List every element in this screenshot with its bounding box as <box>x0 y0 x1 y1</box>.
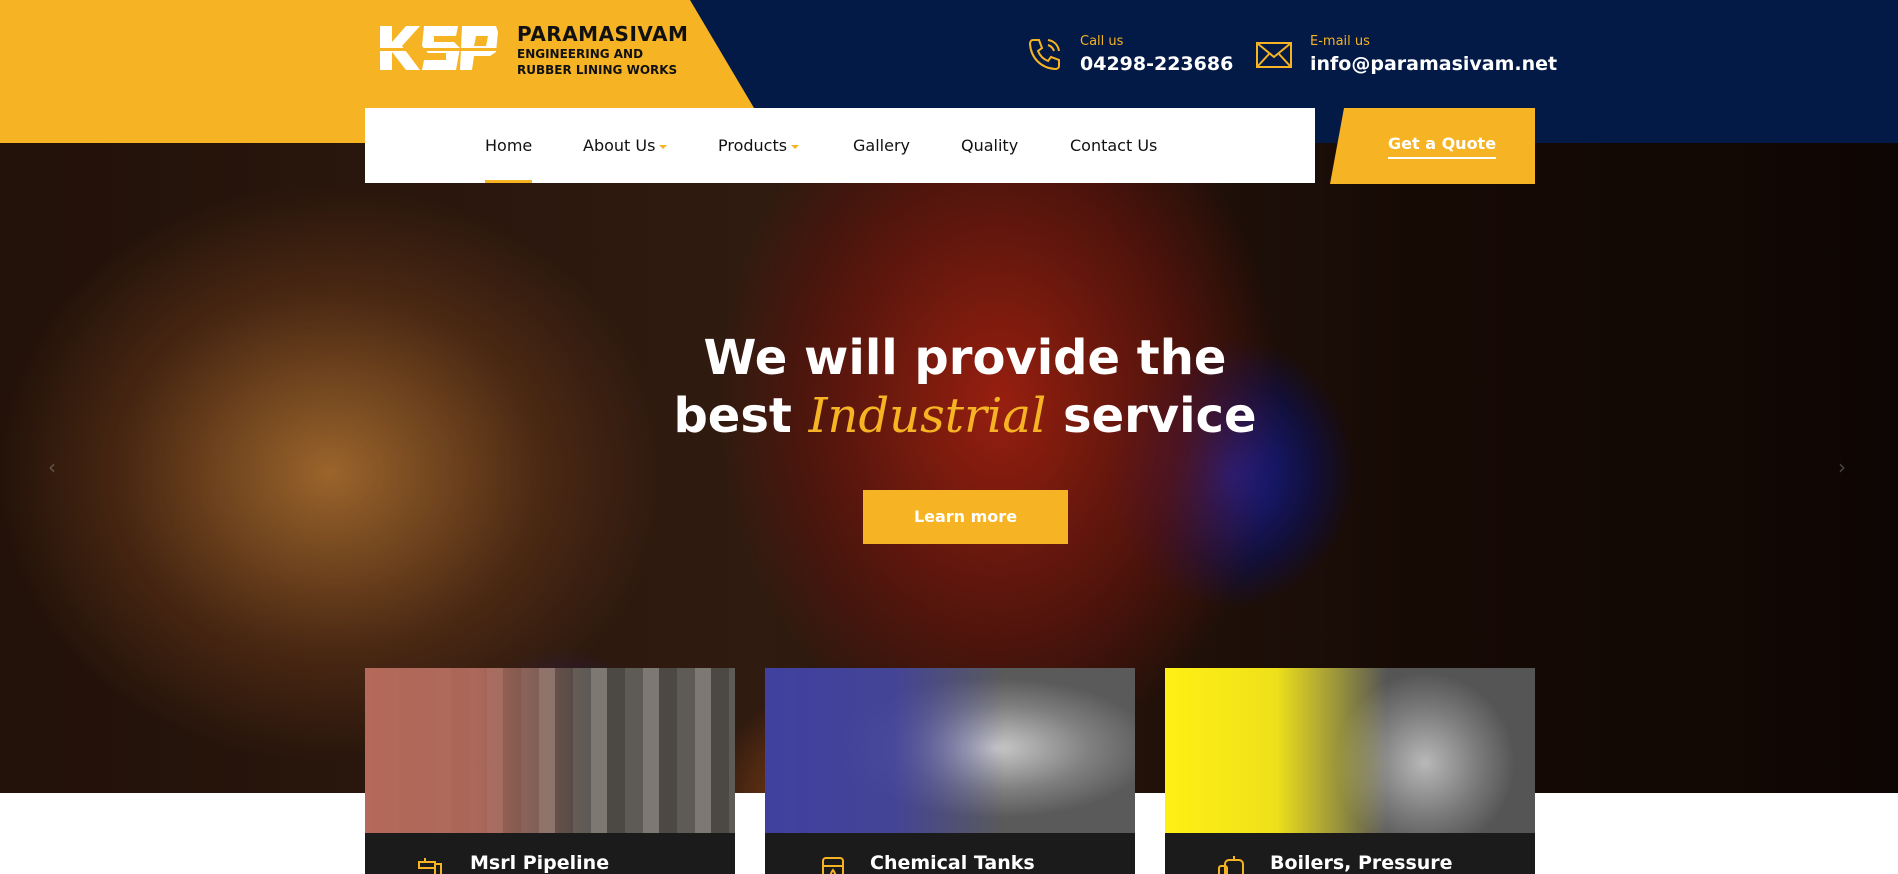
nav-quality[interactable]: Quality <box>961 108 1018 183</box>
nav-home[interactable]: Home <box>485 108 533 183</box>
card-title: Chemical Tanks <box>870 852 1035 874</box>
nav-contact-us[interactable]: Contact Us <box>1070 108 1157 183</box>
ksp-logo-mark <box>378 26 500 70</box>
hero-line1: We will provide the <box>703 330 1227 386</box>
email-value[interactable]: info@paramasivam.net <box>1310 50 1557 78</box>
brand-subtitle-line1: ENGINEERING AND <box>517 47 644 61</box>
pipeline-icon <box>418 858 442 874</box>
card-title: Boilers, Pressure <box>1270 852 1453 874</box>
phone-text: Call us 04298-223686 <box>1080 34 1233 78</box>
service-card-chemical-tanks[interactable]: Chemical Tanks <box>765 668 1135 874</box>
slider-prev-icon[interactable]: ‹ <box>48 455 68 479</box>
brand-name: PARAMASIVAM <box>517 22 689 46</box>
slider-next-icon[interactable]: › <box>1838 455 1858 479</box>
chemical-tank-icon <box>822 857 844 874</box>
nav-products[interactable]: Products <box>718 108 800 183</box>
learn-more-button[interactable]: Learn more <box>863 490 1068 544</box>
chevron-down-icon <box>791 144 800 149</box>
phone-label: Call us <box>1080 34 1124 49</box>
phone-icon <box>1028 39 1060 71</box>
service-card-pipeline[interactable]: Msrl Pipeline <box>365 668 735 874</box>
hero-line2: best Industrial service <box>0 387 1898 445</box>
nav-gallery[interactable]: Gallery <box>853 108 910 183</box>
brand-logo[interactable]: PARAMASIVAM ENGINEERING AND RUBBER LININ… <box>378 22 688 78</box>
hero-accent-word: Industrial <box>808 388 1047 444</box>
boiler-icon <box>1218 856 1244 874</box>
nav-about-us-label: About Us <box>583 136 656 155</box>
phone-value[interactable]: 04298-223686 <box>1080 50 1233 78</box>
contact-phone[interactable]: Call us 04298-223686 <box>1024 34 1233 78</box>
nav-products-label: Products <box>718 136 788 155</box>
brand-subtitle-line2: RUBBER LINING WORKS <box>517 63 678 77</box>
hero-line2-post: service <box>1046 388 1257 444</box>
chevron-down-icon <box>659 144 668 149</box>
email-text: E-mail us info@paramasivam.net <box>1310 34 1557 78</box>
contact-email[interactable]: E-mail us info@paramasivam.net <box>1254 34 1557 78</box>
email-label: E-mail us <box>1310 34 1370 49</box>
service-card-boilers[interactable]: Boilers, Pressure <box>1165 668 1535 874</box>
brand-text: PARAMASIVAM ENGINEERING AND RUBBER LININ… <box>517 22 688 78</box>
get-a-quote-button[interactable]: Get a Quote <box>1330 108 1535 184</box>
envelope-icon <box>1256 42 1292 68</box>
hero-heading: We will provide the best Industrial serv… <box>0 329 1898 445</box>
hero-line2-pre: best <box>673 388 809 444</box>
card-title: Msrl Pipeline <box>470 852 610 874</box>
main-navigation: Home About Us Products Gallery Quality C… <box>365 108 1315 183</box>
get-a-quote-label: Get a Quote <box>1388 134 1497 159</box>
nav-about-us[interactable]: About Us <box>583 108 668 183</box>
